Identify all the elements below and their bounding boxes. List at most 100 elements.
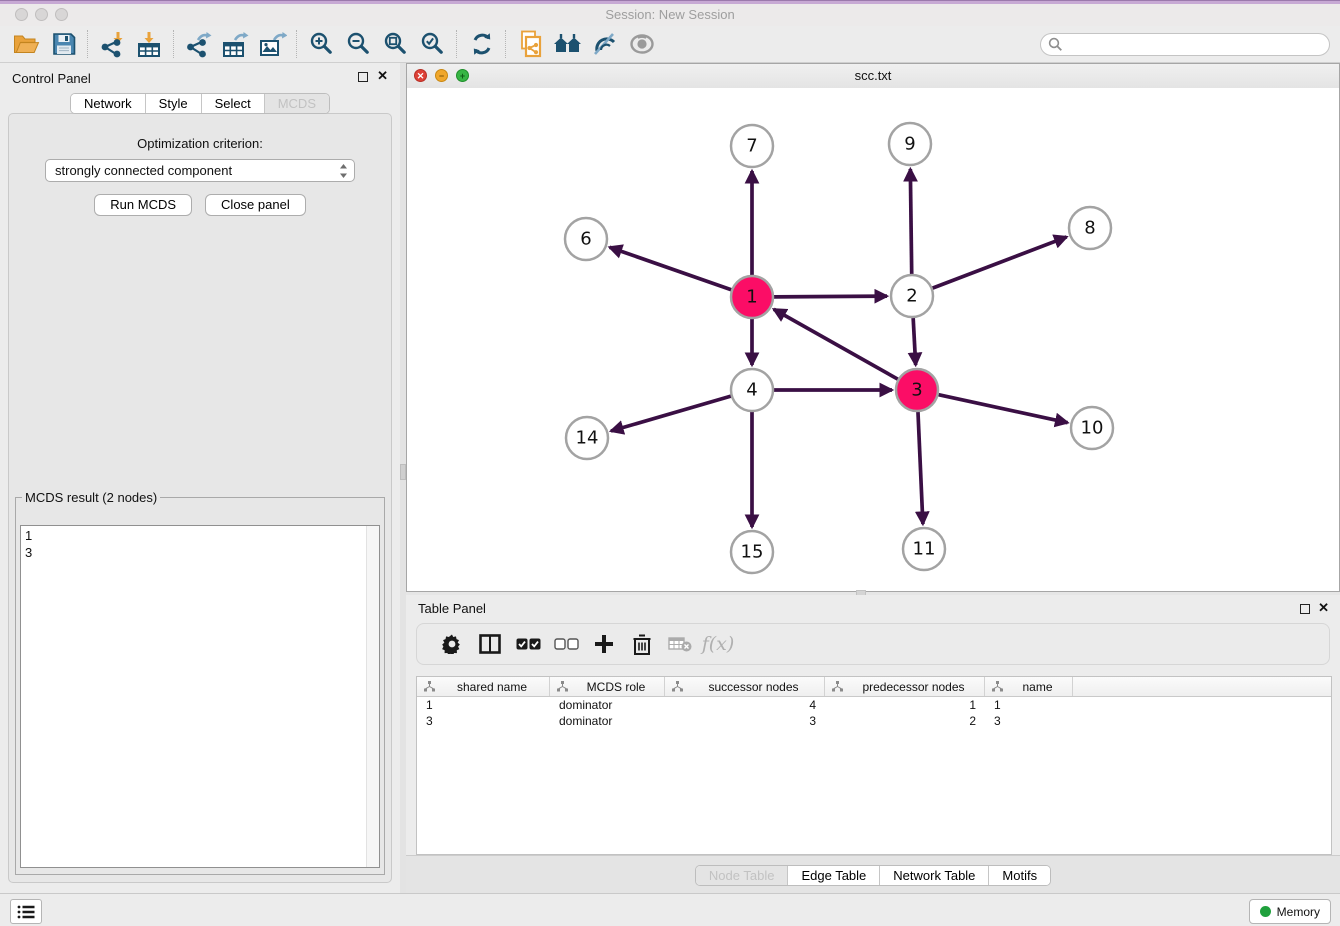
float-panel-icon[interactable] — [358, 72, 368, 82]
graph-edge-3-11[interactable] — [918, 412, 923, 524]
task-history-button[interactable] — [10, 899, 42, 924]
hide-view-icon[interactable] — [623, 28, 660, 60]
graph-node-3[interactable]: 3 — [896, 369, 938, 411]
criterion-select[interactable]: strongly connected component — [45, 159, 355, 182]
graph-node-6[interactable]: 6 — [565, 218, 607, 260]
table-row[interactable]: 3dominator323 — [417, 713, 1331, 729]
table-cell[interactable]: 3 — [985, 713, 1073, 729]
zoom-in-icon[interactable] — [303, 28, 340, 60]
network-view-window: ✕ − + scc.txt 7 9 6 8 1 2 4 3 14 10 15 11 — [406, 63, 1340, 592]
graph-edge-3-10[interactable] — [938, 395, 1067, 423]
toolbar-separator — [505, 30, 507, 58]
graph-edge-2-3[interactable] — [913, 318, 916, 365]
tab-mcds[interactable]: MCDS — [264, 94, 329, 113]
table-cell[interactable]: 3 — [665, 713, 825, 729]
graph-edge-2-9[interactable] — [910, 169, 911, 274]
list-icon — [17, 905, 35, 919]
table-cell[interactable]: 4 — [665, 697, 825, 713]
graph-node-1[interactable]: 1 — [731, 276, 773, 318]
unselect-all-columns-icon[interactable] — [547, 627, 585, 661]
table-row[interactable]: 1dominator411 — [417, 697, 1331, 713]
tab-network-table[interactable]: Network Table — [879, 866, 988, 885]
control-panel-header: Control Panel ✕ — [0, 63, 400, 93]
table-settings-icon[interactable] — [433, 627, 471, 661]
tab-motifs[interactable]: Motifs — [988, 866, 1050, 885]
export-network-icon[interactable] — [180, 28, 217, 60]
svg-text:11: 11 — [913, 539, 936, 560]
tab-style[interactable]: Style — [145, 94, 201, 113]
import-network-icon[interactable] — [94, 28, 131, 60]
duplicate-network-view-icon[interactable] — [512, 28, 549, 60]
show-vizmap-icon[interactable] — [586, 28, 623, 60]
table-cell[interactable]: 1 — [825, 697, 985, 713]
result-scrollbar[interactable] — [366, 526, 379, 867]
select-all-columns-icon[interactable] — [509, 627, 547, 661]
graph-node-11[interactable]: 11 — [903, 528, 945, 570]
svg-text:15: 15 — [741, 542, 764, 563]
close-panel-icon[interactable]: ✕ — [377, 69, 388, 83]
export-image-icon[interactable] — [254, 28, 291, 60]
network-view-titlebar: ✕ − + scc.txt — [407, 64, 1339, 89]
svg-text:14: 14 — [576, 428, 599, 449]
column-header-shared-name[interactable]: shared name — [417, 677, 550, 696]
tab-node-table[interactable]: Node Table — [696, 866, 788, 885]
table-cell[interactable]: 3 — [417, 713, 550, 729]
network-graph[interactable]: 7 9 6 8 1 2 4 3 14 10 15 11 — [407, 88, 1339, 592]
table-cell[interactable]: 2 — [825, 713, 985, 729]
export-table-icon[interactable] — [217, 28, 254, 60]
window-titlebar: Session: New Session — [0, 4, 1340, 26]
svg-text:6: 6 — [580, 229, 591, 250]
graph-edge-1-2[interactable] — [774, 296, 887, 297]
graph-node-2[interactable]: 2 — [891, 275, 933, 317]
show-all-views-icon[interactable] — [549, 28, 586, 60]
graph-edge-1-6[interactable] — [610, 247, 732, 289]
run-mcds-button[interactable]: Run MCDS — [94, 194, 192, 216]
column-header-predecessor-nodes[interactable]: predecessor nodes — [825, 677, 985, 696]
open-file-icon[interactable] — [8, 28, 45, 60]
fx-label: f(x) — [702, 633, 735, 655]
zoom-selected-icon[interactable] — [414, 28, 451, 60]
graph-node-9[interactable]: 9 — [889, 123, 931, 165]
close-panel-button[interactable]: Close panel — [205, 194, 306, 216]
column-header-name[interactable]: name — [985, 677, 1073, 696]
optimization-criterion-label: Optimization criterion: — [9, 136, 391, 151]
graph-node-4[interactable]: 4 — [731, 369, 773, 411]
graph-node-10[interactable]: 10 — [1071, 407, 1113, 449]
zoom-fit-icon[interactable] — [377, 28, 414, 60]
delete-column-icon[interactable] — [623, 627, 661, 661]
zoom-out-icon[interactable] — [340, 28, 377, 60]
column-header-MCDS-role[interactable]: MCDS role — [550, 677, 665, 696]
table-cell[interactable]: 1 — [985, 697, 1073, 713]
add-column-icon[interactable] — [585, 627, 623, 661]
application-window: Session: New Session — [0, 0, 1340, 926]
table-cell[interactable]: 1 — [417, 697, 550, 713]
search-field-wrap — [1040, 33, 1330, 56]
graph-node-14[interactable]: 14 — [566, 417, 608, 459]
table-tabs-strip: Node TableEdge TableNetwork TableMotifs — [406, 855, 1340, 893]
main-toolbar — [0, 26, 1340, 63]
float-table-panel-icon[interactable] — [1300, 604, 1310, 614]
import-table-icon[interactable] — [131, 28, 168, 60]
column-header-successor-nodes[interactable]: successor nodes — [665, 677, 825, 696]
network-canvas[interactable]: 7 9 6 8 1 2 4 3 14 10 15 11 — [407, 88, 1339, 591]
tab-network[interactable]: Network — [71, 94, 145, 113]
criterion-value: strongly connected component — [55, 163, 232, 178]
graph-node-7[interactable]: 7 — [731, 125, 773, 167]
graph-node-15[interactable]: 15 — [731, 531, 773, 573]
graph-edge-4-14[interactable] — [611, 396, 731, 431]
save-session-icon[interactable] — [45, 28, 82, 60]
table-cell[interactable]: dominator — [550, 713, 665, 729]
tab-select[interactable]: Select — [201, 94, 264, 113]
table-cell[interactable]: dominator — [550, 697, 665, 713]
memory-button[interactable]: Memory — [1249, 899, 1331, 924]
mcds-result-text[interactable]: 1 3 — [20, 525, 380, 868]
graph-edge-2-8[interactable] — [933, 237, 1067, 288]
show-column-icon[interactable] — [471, 627, 509, 661]
graph-edge-3-1[interactable] — [774, 309, 898, 379]
close-table-panel-icon[interactable]: ✕ — [1318, 601, 1329, 615]
refresh-layout-icon[interactable] — [463, 28, 500, 60]
graph-node-8[interactable]: 8 — [1069, 207, 1111, 249]
tab-edge-table[interactable]: Edge Table — [787, 866, 879, 885]
search-input[interactable] — [1040, 33, 1330, 56]
window-title: Session: New Session — [0, 7, 1340, 22]
